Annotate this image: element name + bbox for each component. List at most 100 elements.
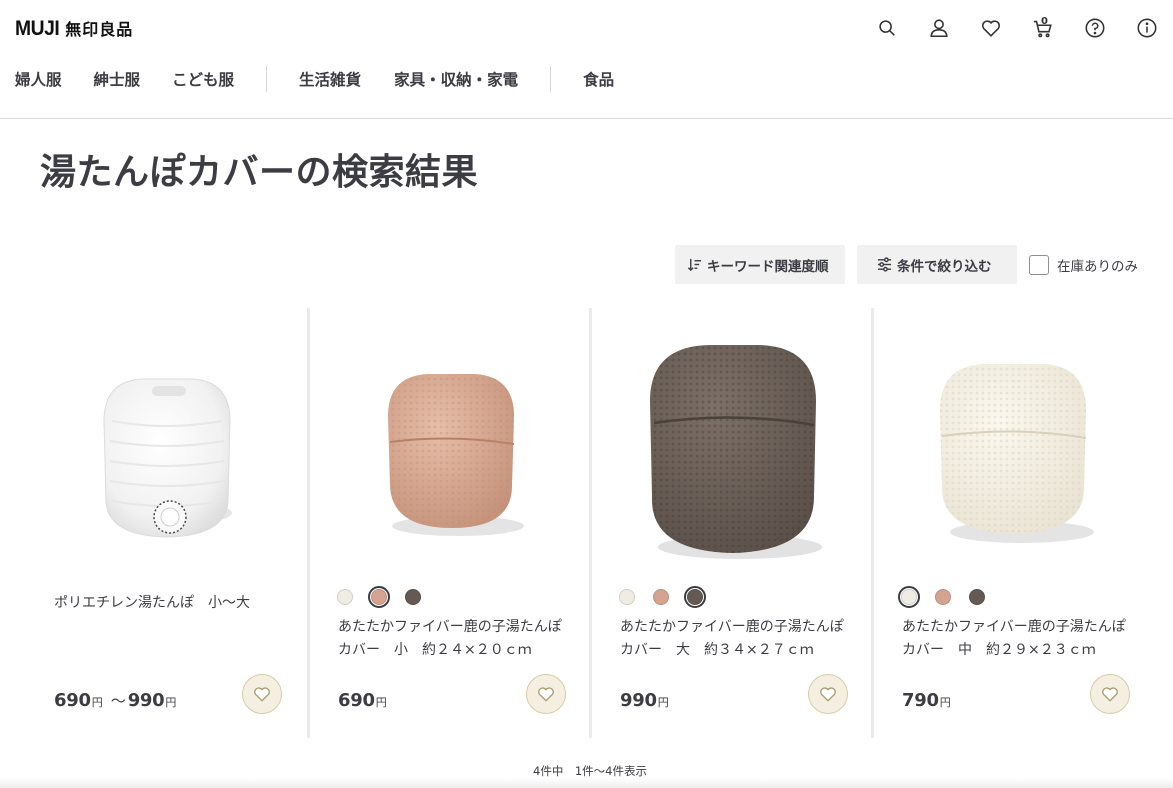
color-swatch-brown[interactable]: [966, 586, 988, 608]
product-grid: ポリエチレン湯たんぽ 小〜大 690 円～ 990 円 あたたかファイバー鹿の子…: [26, 308, 1173, 738]
product-name-line: カバー 中 約２９×２３ｃｍ: [902, 642, 1096, 658]
yen-unit: 円: [939, 696, 951, 709]
swatch-color: [969, 589, 985, 605]
favorite-button[interactable]: [526, 674, 566, 714]
swatch-color: [405, 589, 421, 605]
product-name-line: あたたかファイバー鹿の子湯たんぽ: [338, 619, 562, 635]
price-to: 990: [127, 690, 165, 711]
product-image[interactable]: [310, 308, 592, 583]
result-count: 4件中 1件〜4件表示: [533, 764, 647, 778]
help-button[interactable]: [1069, 14, 1121, 42]
search-button[interactable]: [861, 14, 913, 42]
product-card: あたたかファイバー鹿の子湯たんぽ カバー 小 約２４×２０ｃｍ 690 円: [310, 308, 592, 738]
product-name-line: カバー 小 約２４×２０ｃｍ: [338, 642, 532, 658]
yen-unit: 円: [165, 696, 177, 709]
product-image[interactable]: [874, 308, 1156, 583]
sort-button[interactable]: キーワード関連度順: [675, 245, 845, 284]
nav-furniture[interactable]: 家具・収納・家電: [394, 68, 518, 90]
product-price: 790 円: [902, 690, 951, 711]
product-name[interactable]: あたたかファイバー鹿の子湯たんぽ カバー 中 約２９×２３ｃｍ: [902, 616, 1142, 662]
category-nav: 婦人服 紳士服 こども服 生活雑貨 家具・収納・家電 食品: [15, 66, 614, 92]
polyethylene-hot-water-bottle-image: [103, 378, 232, 538]
in-stock-checkbox[interactable]: [1029, 254, 1049, 275]
product-card: あたたかファイバー鹿の子湯たんぽ カバー 中 約２９×２３ｃｍ 790 円: [874, 308, 1156, 738]
product-card: あたたかファイバー鹿の子湯たんぽ カバー 大 約３４×２７ｃｍ 990 円: [592, 308, 874, 738]
product-name[interactable]: あたたかファイバー鹿の子湯たんぽ カバー 小 約２４×２０ｃｍ: [338, 616, 578, 662]
in-stock-filter[interactable]: 在庫ありのみ: [1029, 254, 1138, 275]
yen-unit: 円: [657, 696, 669, 709]
logo-jp-text: 無印良品: [65, 20, 134, 39]
color-swatches: [898, 586, 1000, 608]
bottom-fade: [0, 778, 1173, 788]
product-card: ポリエチレン湯たんぽ 小〜大 690 円～ 990 円: [26, 308, 308, 738]
swatch-color: [687, 589, 703, 605]
pink-cover-image: [388, 373, 524, 536]
nav-divider: [266, 66, 268, 92]
swatch-color: [619, 589, 635, 605]
color-swatch-brown[interactable]: [402, 586, 424, 608]
product-image[interactable]: [592, 308, 874, 583]
price-value: 690: [338, 690, 375, 711]
user-icon: [930, 19, 948, 38]
nav-mens[interactable]: 紳士服: [94, 68, 141, 90]
color-swatch-pink[interactable]: [932, 586, 954, 608]
in-stock-label: 在庫ありのみ: [1057, 258, 1138, 275]
search-keyword: 湯たんぽカバー: [40, 152, 296, 193]
favorites-button[interactable]: [965, 14, 1017, 42]
white-cover-image: [940, 363, 1094, 543]
logo-text: MUJI: [15, 17, 60, 40]
color-swatch-pink[interactable]: [650, 586, 672, 608]
cart-count-badge: 0: [1041, 16, 1048, 27]
product-name-line: あたたかファイバー鹿の子湯たんぽ: [902, 619, 1126, 635]
search-icon: [879, 20, 895, 36]
yen-unit: 円: [91, 696, 103, 709]
utility-icons: 0: [861, 14, 1173, 42]
results-toolbar: キーワード関連度順 条件で絞り込む 在庫ありのみ: [675, 245, 1138, 284]
price-value: 790: [902, 690, 939, 711]
page-title: 湯たんぽカバーの検索結果: [40, 143, 478, 195]
sort-icon: [687, 258, 702, 272]
color-swatch-pink[interactable]: [368, 586, 390, 608]
info-button[interactable]: [1121, 14, 1173, 42]
info-icon: [1137, 18, 1157, 38]
nav-household[interactable]: 生活雑貨: [299, 68, 361, 90]
swatch-color: [371, 589, 387, 605]
product-price: 690 円～ 990 円: [54, 690, 176, 711]
heart-icon: [1102, 687, 1118, 702]
favorite-button[interactable]: [1090, 674, 1130, 714]
color-swatch-white[interactable]: [616, 586, 638, 608]
nav-kids[interactable]: こども服: [172, 68, 234, 90]
brown-cover-image: [650, 344, 822, 559]
favorite-button[interactable]: [808, 674, 848, 714]
favorite-button[interactable]: [242, 674, 282, 714]
color-swatch-white[interactable]: [334, 586, 356, 608]
site-header: MUJI 無印良品 0 婦人服 紳士服 こども服 生活雑貨 家具・収納・家電 食: [0, 0, 1173, 119]
product-name-line: あたたかファイバー鹿の子湯たんぽ: [620, 619, 844, 635]
yen-unit: 円: [375, 696, 387, 709]
swatch-color: [653, 589, 669, 605]
heart-icon: [538, 687, 554, 702]
product-price: 690 円: [338, 690, 387, 711]
product-name[interactable]: ポリエチレン湯たんぽ 小〜大: [54, 592, 294, 615]
product-image[interactable]: [26, 308, 308, 583]
muji-logo[interactable]: MUJI 無印良品: [15, 16, 133, 41]
product-name[interactable]: あたたかファイバー鹿の子湯たんぽ カバー 大 約３４×２７ｃｍ: [620, 616, 860, 662]
heart-icon: [981, 20, 1001, 37]
swatch-color: [901, 589, 917, 605]
color-swatch-white[interactable]: [898, 586, 920, 608]
nav-womens[interactable]: 婦人服: [15, 68, 62, 90]
heart-icon: [820, 687, 836, 702]
color-swatches: [616, 586, 718, 608]
nav-food[interactable]: 食品: [583, 68, 614, 90]
color-swatch-brown[interactable]: [684, 586, 706, 608]
product-name-line: カバー 大 約３４×２７ｃｍ: [620, 642, 814, 658]
swatch-color: [337, 589, 353, 605]
account-button[interactable]: [913, 14, 965, 42]
filter-label: 条件で絞り込む: [897, 258, 992, 275]
cart-button[interactable]: 0: [1017, 14, 1069, 42]
price-value: 990: [620, 690, 657, 711]
price-range-tilde: ～: [110, 692, 126, 710]
swatch-color: [935, 589, 951, 605]
filter-button[interactable]: 条件で絞り込む: [857, 245, 1017, 284]
nav-divider: [550, 66, 552, 92]
